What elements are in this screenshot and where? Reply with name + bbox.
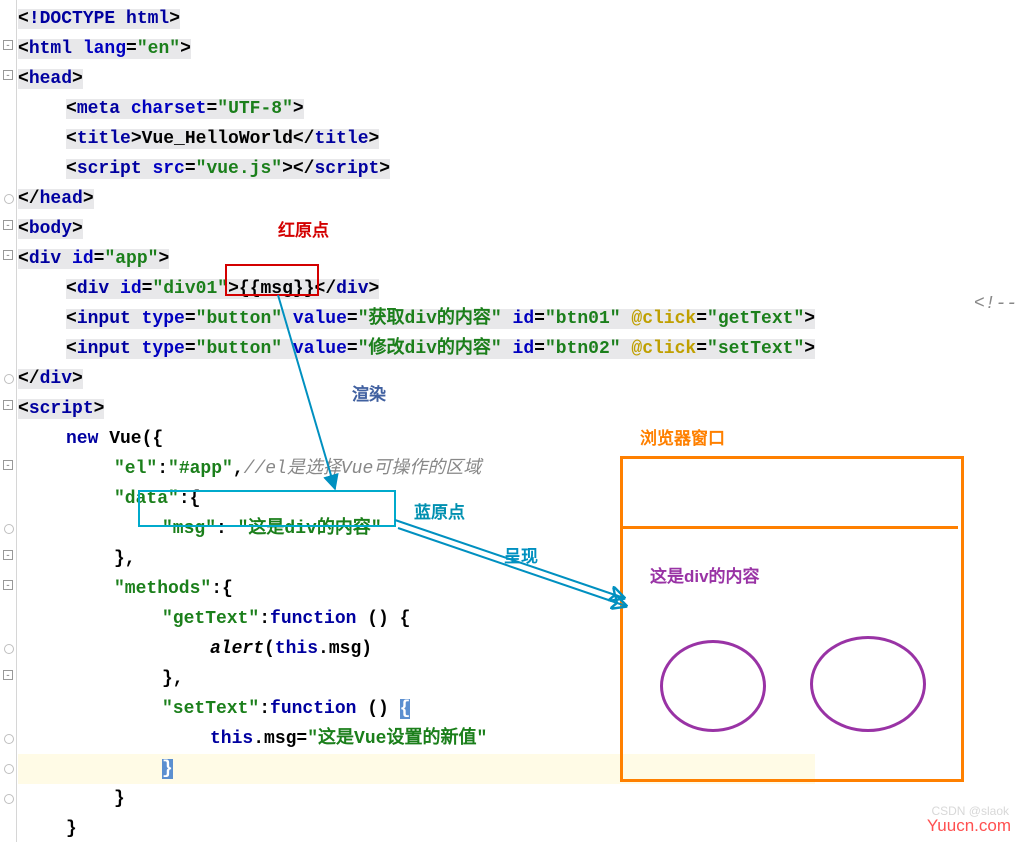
code-line: } — [18, 784, 815, 814]
fold-circle-icon — [4, 764, 14, 774]
label-present: 呈现 — [504, 542, 538, 567]
label-red-origin: 红原点 — [278, 216, 329, 241]
code-line: </div> — [18, 364, 815, 394]
comment-tail: <!-- — [974, 294, 1017, 314]
fold-icon[interactable]: - — [3, 250, 13, 260]
code-line: <script src="vue.js"></script> — [18, 154, 815, 184]
code-line: <meta charset="UTF-8"> — [18, 94, 815, 124]
fold-icon[interactable]: - — [3, 670, 13, 680]
fold-circle-icon — [4, 794, 14, 804]
fold-circle-icon — [4, 734, 14, 744]
button-ellipse — [810, 636, 926, 732]
browser-titlebar — [620, 456, 958, 529]
code-line: <input type="button" value="修改div的内容" id… — [18, 334, 815, 364]
fold-circle-icon — [4, 194, 14, 204]
annotation-blue-box — [138, 490, 396, 527]
annotation-red-box — [225, 264, 319, 296]
fold-icon[interactable]: - — [3, 70, 13, 80]
fold-icon[interactable]: - — [3, 460, 13, 470]
watermark: Yuucn.com — [927, 816, 1011, 836]
browser-content-text: 这是div的内容 — [650, 562, 760, 587]
button-ellipse — [660, 640, 766, 732]
label-render: 渲染 — [352, 380, 386, 405]
code-line: <title>Vue_HelloWorld</title> — [18, 124, 815, 154]
code-line: <!DOCTYPE html> — [18, 4, 815, 34]
label-browser: 浏览器窗口 — [640, 424, 725, 449]
code-line: <div id="div01">{{msg}}</div> — [18, 274, 815, 304]
code-line: <input type="button" value="获取div的内容" id… — [18, 304, 815, 334]
fold-circle-icon — [4, 374, 14, 384]
fold-icon[interactable]: - — [3, 580, 13, 590]
code-line: <div id="app"> — [18, 244, 815, 274]
code-line: <body> — [18, 214, 815, 244]
fold-icon[interactable]: - — [3, 550, 13, 560]
code-line: <html lang="en"> — [18, 34, 815, 64]
code-line: <head> — [18, 64, 815, 94]
code-line: </head> — [18, 184, 815, 214]
gutter: - - - - - - - - - — [0, 0, 17, 842]
code-line: } — [18, 814, 815, 842]
fold-circle-icon — [4, 524, 14, 534]
label-blue-origin: 蓝原点 — [414, 498, 465, 523]
fold-icon[interactable]: - — [3, 40, 13, 50]
fold-circle-icon — [4, 644, 14, 654]
code-line: <script> — [18, 394, 815, 424]
fold-icon[interactable]: - — [3, 400, 13, 410]
fold-icon[interactable]: - — [3, 220, 13, 230]
